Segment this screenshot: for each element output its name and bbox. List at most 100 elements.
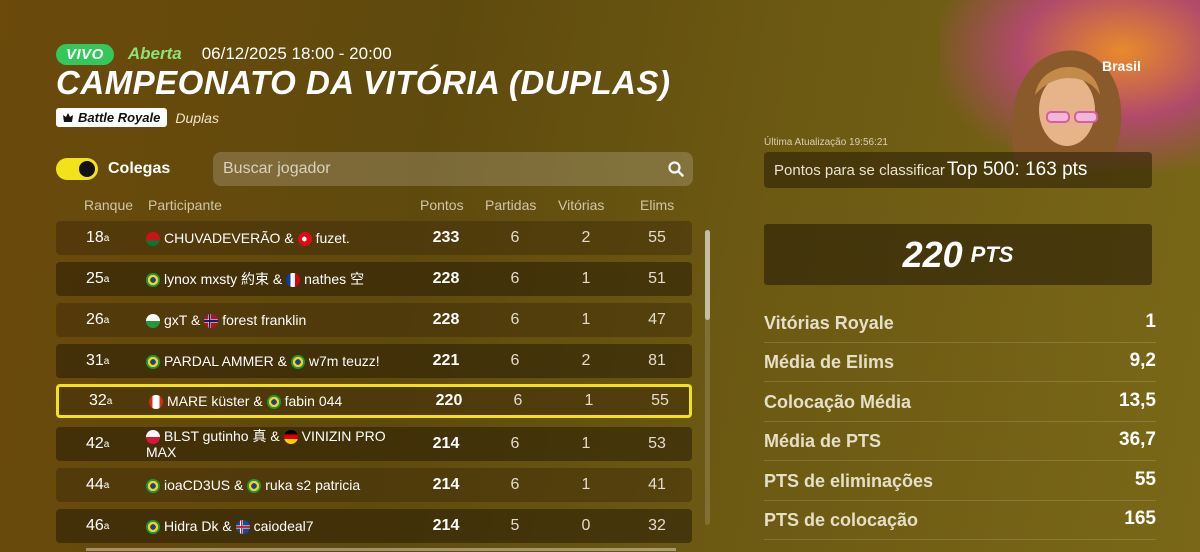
- name-separator: &: [230, 476, 248, 493]
- table-row[interactable]: 44 a ioaCD3US & ruka s2 patricia 214 6 1 41: [56, 468, 692, 502]
- mode-badge: Battle Royale: [56, 108, 168, 127]
- participant-cell[interactable]: lynox mxsty 約束 & nathes 空: [146, 262, 416, 296]
- player-name: BLST gutinho 真: [164, 427, 267, 444]
- points-cell: 228: [432, 311, 460, 328]
- qualify-label: Pontos para se classificar: [774, 161, 945, 179]
- flag-icon: [290, 355, 305, 370]
- total-points-value: 220: [902, 233, 963, 275]
- mode-row: Battle Royale Duplas: [56, 108, 219, 127]
- page-title: CAMPEONATO DA VITÓRIA (DUPLAS): [56, 64, 671, 101]
- qualify-threshold: Pontos para se classificar Top 500: 163 …: [764, 152, 1152, 188]
- rank-value: 46: [86, 517, 104, 534]
- participant-cell[interactable]: CHUVADEVERÃO & fuzet.: [146, 221, 416, 255]
- teammates-toggle[interactable]: [56, 158, 98, 180]
- scrollbar-thumb[interactable]: [705, 230, 710, 320]
- flag-icon: [235, 520, 250, 535]
- matches-cell: 6: [510, 352, 520, 369]
- total-points: 220 PTS: [764, 224, 1152, 285]
- flag-icon: [146, 430, 160, 445]
- points-cell: 233: [432, 229, 460, 246]
- flag-icon: [146, 520, 160, 535]
- player-name: MARE küster: [167, 392, 250, 409]
- table-row[interactable]: 31 a PARDAL AMMER & w7m teuzz! 221 6 2 81: [56, 344, 692, 378]
- rank-suffix: a: [103, 314, 110, 326]
- participant-cell[interactable]: gxT & forest franklin: [146, 303, 416, 337]
- table-row[interactable]: 25 a lynox mxsty 約束 & nathes 空 228 6 1 51: [56, 262, 692, 296]
- rank-cell: 31 a: [86, 344, 136, 378]
- list-bottom-divider: [86, 548, 676, 551]
- flag-icon: [266, 395, 281, 410]
- participant-names: Hidra Dk & caiodeal7: [146, 517, 314, 535]
- wins-cell: 1: [584, 392, 594, 409]
- participant-cell[interactable]: BLST gutinho 真 & VINIZIN PRO MAX: [146, 427, 416, 461]
- wins-cell: 1: [581, 311, 591, 328]
- col-matches[interactable]: Partidas: [485, 197, 536, 213]
- col-wins[interactable]: Vitórias: [558, 197, 604, 213]
- col-elims[interactable]: Elims: [640, 197, 674, 213]
- wins-cell: 1: [581, 476, 591, 493]
- rank-suffix: a: [103, 438, 110, 450]
- stat-value: 1: [1145, 311, 1156, 332]
- stat-label: PTS de colocação: [764, 510, 919, 530]
- player-name: ruka s2 patricia: [265, 476, 361, 493]
- event-status: Aberta: [127, 44, 182, 63]
- flag-icon: [149, 395, 163, 410]
- flag-icon: [146, 232, 160, 247]
- participant-names: gxT & forest franklin: [146, 311, 307, 329]
- mode-subtitle: Duplas: [175, 109, 219, 126]
- table-row[interactable]: 42 a BLST gutinho 真 & VINIZIN PRO MAX 214 6 1…: [56, 427, 692, 461]
- stat-row: PTS de colocação 165: [764, 500, 1156, 540]
- stat-value: 165: [1124, 508, 1156, 529]
- name-separator: &: [187, 311, 205, 328]
- participant-cell[interactable]: ioaCD3US & ruka s2 patricia: [146, 468, 416, 502]
- rank-suffix: a: [103, 355, 110, 367]
- name-separator: &: [218, 517, 236, 534]
- rank-value: 31: [86, 352, 104, 369]
- stat-row: Vitórias Royale 1: [764, 303, 1156, 343]
- participant-cell[interactable]: MARE küster & fabin 044: [149, 387, 419, 415]
- table-row[interactable]: 26 a gxT & forest franklin 228 6 1 47: [56, 303, 692, 337]
- player-name: forest franklin: [222, 311, 307, 328]
- name-separator: &: [269, 270, 287, 287]
- table-row-own[interactable]: 32 a MARE küster & fabin 044 220 6 1 55: [56, 384, 692, 418]
- participant-names: BLST gutinho 真 & VINIZIN PRO MAX: [146, 428, 416, 460]
- stat-label: Média de PTS: [764, 431, 882, 452]
- rank-cell: 26 a: [86, 303, 136, 337]
- matches-cell: 6: [510, 311, 520, 328]
- stat-row: PTS de eliminações 55: [764, 461, 1156, 501]
- flag-icon: [146, 355, 160, 370]
- scrollbar[interactable]: [705, 230, 710, 525]
- name-separator: &: [266, 427, 284, 444]
- qualify-value: Top 500: 163 pts: [946, 159, 1088, 180]
- elims-cell: 55: [651, 392, 669, 409]
- participant-names: lynox mxsty 約束 & nathes 空: [146, 270, 365, 288]
- elims-cell: 47: [648, 311, 666, 328]
- search-input[interactable]: [213, 159, 659, 179]
- matches-cell: 6: [513, 392, 523, 409]
- name-separator: &: [249, 392, 267, 409]
- table-row[interactable]: 18 a CHUVADEVERÃO & fuzet. 233 6 2 55: [56, 221, 692, 255]
- rank-value: 26: [86, 311, 104, 328]
- teammates-toggle-label: Colegas: [108, 160, 171, 177]
- stat-row: Média de Elims 9,2: [764, 342, 1156, 383]
- search-icon[interactable]: [659, 161, 693, 177]
- flag-icon: [146, 314, 160, 329]
- player-name: fabin 044: [284, 392, 343, 409]
- elims-cell: 53: [648, 435, 666, 452]
- col-participant: Participante: [148, 197, 222, 213]
- points-cell: 221: [432, 352, 460, 369]
- stat-row: Média de PTS 36,7: [764, 421, 1156, 462]
- participant-names: ioaCD3US & ruka s2 patricia: [146, 476, 361, 494]
- participant-cell[interactable]: Hidra Dk & caiodeal7: [146, 509, 416, 543]
- col-points[interactable]: Pontos: [420, 197, 464, 213]
- table-row[interactable]: 46 a Hidra Dk & caiodeal7 214 5 0 32: [56, 509, 692, 543]
- rank-cell: 46 a: [86, 509, 136, 543]
- participant-cell[interactable]: PARDAL AMMER & w7m teuzz!: [146, 344, 416, 378]
- player-name: nathes 空: [304, 270, 365, 287]
- wins-cell: 0: [581, 517, 591, 534]
- flag-icon: [204, 314, 219, 329]
- stat-value: 36,7: [1119, 429, 1156, 451]
- flag-icon: [297, 232, 312, 247]
- wins-cell: 1: [581, 270, 591, 287]
- rank-cell: 42 a: [86, 427, 136, 461]
